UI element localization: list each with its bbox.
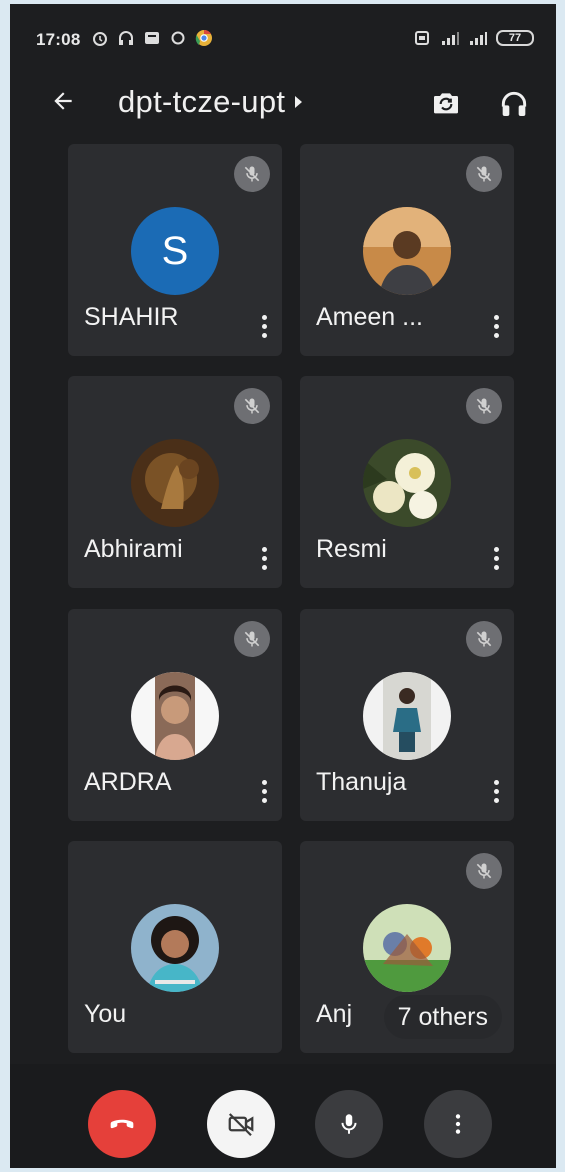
muted-badge — [466, 853, 502, 889]
participant-name: Thanuja — [316, 768, 407, 796]
mic-off-icon — [476, 631, 492, 647]
microphone-icon — [341, 1114, 357, 1134]
participant-options-button[interactable] — [488, 775, 504, 807]
battery-indicator: 77 — [496, 30, 534, 46]
switch-camera-icon — [434, 93, 458, 114]
participant-options-button[interactable] — [256, 310, 272, 342]
status-time: 17:08 — [36, 30, 81, 49]
avatar — [363, 672, 451, 760]
meeting-title[interactable]: dpt-tcze-upt — [118, 84, 303, 120]
chrome-icon — [194, 28, 214, 48]
meeting-header: dpt-tcze-upt — [10, 74, 556, 134]
mic-off-icon — [476, 863, 492, 879]
end-call-button[interactable] — [88, 1090, 156, 1158]
vibrate-icon — [412, 28, 432, 48]
status-bar: 17:08 77 — [10, 4, 556, 74]
others-count-badge[interactable]: 7 others — [383, 995, 502, 1039]
avatar — [363, 904, 451, 992]
participant-name: Resmi — [316, 535, 387, 563]
participant-tile-abhirami[interactable]: Abhirami — [68, 376, 282, 588]
participant-tile-ameen[interactable]: Ameen ... — [300, 144, 514, 356]
avatar — [363, 207, 451, 295]
headphone-notification-icon — [116, 28, 136, 48]
status-system-icons: 77 — [412, 28, 534, 48]
mic-off-icon — [244, 166, 260, 182]
avatar — [131, 672, 219, 760]
participant-name: SHAHIR — [84, 303, 179, 331]
participant-name: Anj — [316, 1000, 353, 1028]
audio-output-button[interactable] — [494, 84, 534, 124]
avatar — [131, 904, 219, 992]
arrow-back-icon — [54, 92, 72, 110]
back-button[interactable] — [46, 84, 80, 118]
camera-off-icon — [228, 1113, 254, 1137]
avatar — [131, 439, 219, 527]
more-options-button[interactable] — [424, 1090, 492, 1158]
participant-tile-self[interactable]: You — [68, 841, 282, 1053]
participant-name: Ameen ... — [316, 303, 423, 331]
participant-name: ARDRA — [84, 768, 172, 796]
participant-options-button[interactable] — [256, 542, 272, 574]
chevron-right-icon — [295, 96, 303, 108]
muted-badge — [466, 156, 502, 192]
participant-tile-ardra[interactable]: ARDRA — [68, 609, 282, 821]
muted-badge — [234, 621, 270, 657]
mic-off-icon — [476, 398, 492, 414]
muted-badge — [234, 388, 270, 424]
message-icon — [142, 28, 162, 48]
participant-name: You — [84, 1000, 127, 1028]
muted-badge — [234, 156, 270, 192]
meeting-code: dpt-tcze-upt — [118, 84, 286, 119]
participant-tile-shahir[interactable]: S SHAHIR — [68, 144, 282, 356]
call-controls-bar — [10, 1064, 556, 1168]
avatar: S — [131, 207, 219, 295]
muted-badge — [466, 621, 502, 657]
avatar — [363, 439, 451, 527]
end-call-icon — [110, 1119, 134, 1129]
microphone-toggle-button[interactable] — [315, 1090, 383, 1158]
headphones-icon — [501, 91, 527, 116]
signal-1-icon — [440, 28, 460, 48]
status-notification-icons — [90, 28, 214, 48]
sync-icon — [168, 28, 188, 48]
signal-2-icon — [468, 28, 488, 48]
meet-screen: 17:08 77 dpt-tcze-upt S SHAHIR Ameen ...… — [10, 4, 556, 1168]
mic-off-icon — [476, 166, 492, 182]
participant-options-button[interactable] — [256, 775, 272, 807]
participant-options-button[interactable] — [488, 310, 504, 342]
participant-name: Abhirami — [84, 535, 183, 563]
mic-off-icon — [244, 398, 260, 414]
participant-tile-resmi[interactable]: Resmi — [300, 376, 514, 588]
participant-tile-others[interactable]: Anj 7 others — [300, 841, 514, 1053]
alarm-icon — [90, 28, 110, 48]
camera-toggle-button[interactable] — [207, 1090, 275, 1158]
muted-badge — [466, 388, 502, 424]
participant-options-button[interactable] — [488, 542, 504, 574]
mic-off-icon — [244, 631, 260, 647]
more-vertical-icon — [455, 1114, 461, 1134]
participant-tile-thanuja[interactable]: Thanuja — [300, 609, 514, 821]
switch-camera-button[interactable] — [426, 84, 466, 124]
